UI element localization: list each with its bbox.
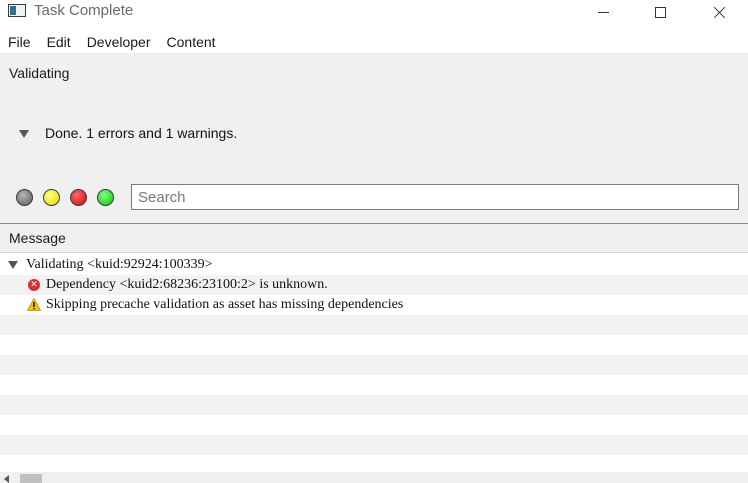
menu-developer[interactable]: Developer — [79, 31, 159, 53]
window-title: Task Complete — [34, 2, 134, 19]
warning-icon — [27, 298, 41, 311]
app-icon — [8, 4, 26, 17]
title-bar: Task Complete — [0, 0, 748, 31]
menu-content[interactable]: Content — [159, 31, 224, 53]
message-text: Validating <kuid:92924:100339> — [26, 257, 213, 272]
message-text: Skipping precache validation as asset ha… — [46, 297, 404, 312]
close-icon — [713, 6, 726, 19]
message-list: Validating <kuid:92924:100339> ✕ Depende… — [0, 255, 748, 472]
minimize-button[interactable] — [580, 0, 626, 24]
triangle-down-icon[interactable] — [8, 261, 18, 269]
empty-row — [0, 435, 748, 455]
filter-errors-button[interactable] — [70, 189, 87, 206]
maximize-button[interactable] — [637, 0, 683, 24]
horizontal-scrollbar[interactable] — [0, 472, 748, 483]
message-row-warning[interactable]: Skipping precache validation as asset ha… — [0, 295, 748, 315]
status-panel: Validating Done. 1 errors and 1 warnings… — [0, 53, 748, 223]
scroll-left-icon[interactable] — [4, 475, 9, 483]
close-button[interactable] — [696, 0, 742, 24]
menu-file[interactable]: File — [0, 31, 39, 53]
menu-bar: File Edit Developer Content — [0, 31, 748, 53]
message-row-error[interactable]: ✕ Dependency <kuid2:68236:23100:2> is un… — [0, 275, 748, 295]
minimize-icon — [597, 11, 609, 13]
empty-row — [0, 355, 748, 375]
message-text: Dependency <kuid2:68236:23100:2> is unkn… — [46, 277, 328, 292]
filter-all-button[interactable] — [16, 189, 33, 206]
message-row-group[interactable]: Validating <kuid:92924:100339> — [0, 255, 748, 275]
search-input[interactable] — [131, 184, 739, 210]
status-heading: Validating — [9, 65, 70, 81]
scrollbar-thumb[interactable] — [20, 474, 42, 483]
status-summary: Done. 1 errors and 1 warnings. — [45, 125, 238, 141]
empty-row — [0, 335, 748, 355]
empty-row — [0, 375, 748, 395]
menu-edit[interactable]: Edit — [39, 31, 79, 53]
expand-toggle-icon[interactable] — [19, 130, 29, 138]
filter-success-button[interactable] — [97, 189, 114, 206]
empty-row — [0, 395, 748, 415]
message-column-header[interactable]: Message — [0, 224, 748, 253]
message-column-label: Message — [9, 230, 66, 246]
empty-row — [0, 315, 748, 335]
empty-row — [0, 415, 748, 435]
error-icon: ✕ — [28, 279, 40, 291]
filter-warnings-button[interactable] — [43, 189, 60, 206]
maximize-icon — [654, 6, 666, 18]
